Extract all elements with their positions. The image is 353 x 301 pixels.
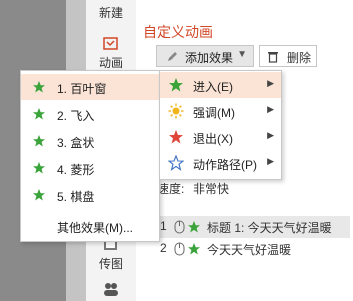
menu-item-motion-path[interactable]: 动作路径(P) ▶ <box>160 150 281 176</box>
pencil-icon <box>168 52 177 61</box>
menu-item-label: 退出(X) <box>193 132 233 146</box>
menu-item-emphasis[interactable]: 强调(M) ▶ <box>160 98 281 124</box>
emphasis-sun-yellow-icon <box>168 103 184 119</box>
enter-star-icon <box>33 189 45 201</box>
animation-list-item[interactable]: 1 标题 1: 今天天气好温暖 <box>160 216 350 238</box>
animation-order: 1 <box>160 219 167 233</box>
effect-item-diamond[interactable]: 4. 菱形 <box>21 155 159 181</box>
animation-list-item[interactable]: 2 今天天气好温暖 <box>160 238 350 260</box>
effect-label: 3. 盒状 <box>57 136 95 150</box>
effect-label: 1. 百叶窗 <box>57 82 107 96</box>
mouse-click-icon <box>174 242 185 256</box>
menu-item-label: 进入(E) <box>193 80 233 94</box>
effect-item-fly-in[interactable]: 2. 飞入 <box>21 101 159 127</box>
enter-star-icon <box>33 135 45 147</box>
enter-star-green-icon <box>169 78 183 92</box>
chevron-right-icon: ▶ <box>267 130 274 140</box>
enter-effect-star-icon <box>188 221 200 233</box>
exit-star-red-icon <box>169 130 183 144</box>
pane-title: 自定义动画 <box>143 24 213 40</box>
animation-icon <box>103 37 118 50</box>
chevron-right-icon: ▶ <box>267 156 274 166</box>
menu-item-label: 强调(M) <box>193 106 235 120</box>
speed-select[interactable]: 非常快 <box>193 180 229 197</box>
mouse-click-icon <box>174 220 185 234</box>
enter-star-icon <box>33 108 45 120</box>
nav-animation[interactable]: 动画 <box>86 36 136 71</box>
effect-label: 4. 菱形 <box>57 163 95 177</box>
more-effects-item[interactable]: 其他效果(M)... <box>57 219 133 236</box>
users-icon <box>104 283 118 296</box>
add-effect-label: 添加效果 <box>185 51 234 65</box>
effect-item-checkerboard[interactable]: 5. 棋盘 <box>21 182 159 208</box>
enter-star-icon <box>33 81 45 93</box>
speed-label: 速度: <box>157 182 185 196</box>
animation-title: 今天天气好温暖 <box>207 243 292 257</box>
nav-picture-label: 传图 <box>98 257 123 271</box>
chevron-right-icon: ▶ <box>267 104 274 114</box>
nav-new-label: 新建 <box>98 6 123 20</box>
enter-effect-star-icon <box>188 243 200 255</box>
add-effect-menu: 进入(E) ▶ 强调(M) ▶ 退出(X) ▶ 动作路径(P) ▶ <box>159 70 282 180</box>
menu-item-enter[interactable]: 进入(E) ▶ <box>160 72 281 98</box>
delete-label: 删除 <box>287 51 312 65</box>
enter-star-icon <box>33 162 45 174</box>
animation-order: 2 <box>160 241 167 255</box>
nav-new[interactable]: 新建 <box>86 4 136 21</box>
nav-animation-label: 动画 <box>98 56 123 70</box>
chevron-right-icon: ▶ <box>267 78 274 88</box>
delete-button[interactable]: 删除 <box>259 45 317 67</box>
motion-path-star-outline-icon <box>168 155 184 171</box>
effect-label: 2. 飞入 <box>57 109 95 123</box>
enter-effects-submenu: 1. 百叶窗 2. 飞入 3. 盒状 4. 菱形 5. 棋盘 其他效果(M)..… <box>20 70 160 242</box>
nav-picture[interactable]: 传图 <box>86 237 136 272</box>
animation-title: 标题 1: 今天天气好温暖 <box>207 221 332 235</box>
effect-item-box[interactable]: 3. 盒状 <box>21 128 159 154</box>
menu-item-label: 动作路径(P) <box>193 158 257 172</box>
effect-item-blinds[interactable]: 1. 百叶窗 <box>21 74 159 100</box>
chevron-down-icon: ▼ <box>237 49 247 60</box>
effect-label: 5. 棋盘 <box>57 190 95 204</box>
nav-users[interactable] <box>86 281 136 299</box>
trash-icon <box>268 52 278 63</box>
add-effect-button[interactable]: 添加效果 ▼ <box>156 45 254 67</box>
menu-item-exit[interactable]: 退出(X) ▶ <box>160 124 281 150</box>
